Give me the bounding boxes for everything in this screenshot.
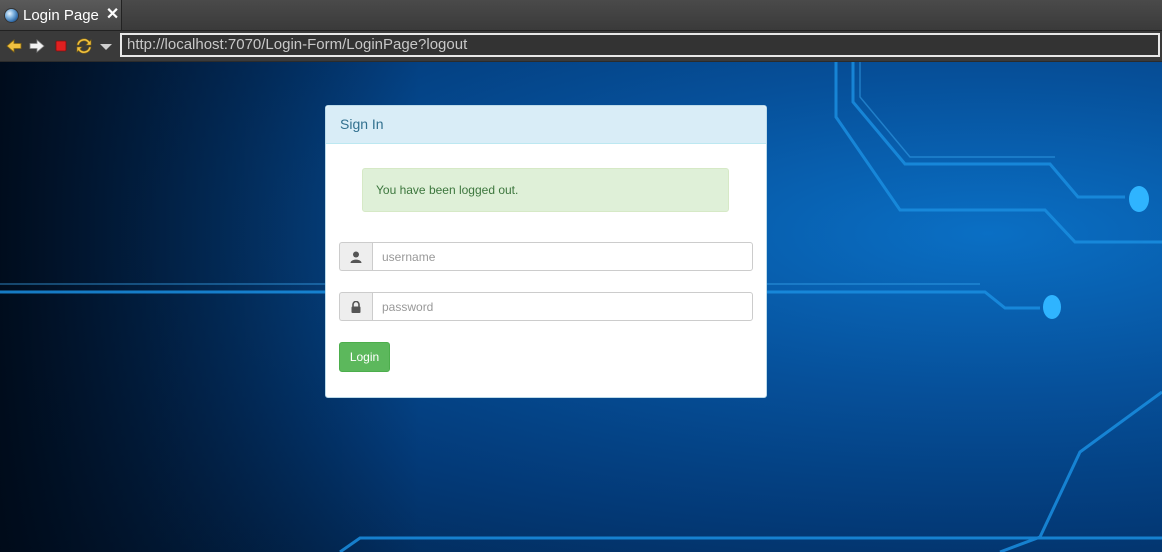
forward-arrow-icon[interactable] — [28, 37, 46, 55]
browser-toolbar: http://localhost:7070/Login-Form/LoginPa… — [0, 31, 1162, 61]
username-input[interactable] — [372, 242, 753, 271]
password-group — [339, 292, 753, 321]
tab-title: Login Page — [23, 6, 99, 24]
globe-icon — [5, 8, 18, 22]
username-group — [339, 242, 753, 271]
lock-icon — [351, 300, 361, 313]
tab-close-icon[interactable]: ✕ — [106, 7, 119, 23]
back-arrow-icon[interactable] — [5, 37, 23, 55]
browser-tab-bar: Login Page ✕ — [0, 0, 1162, 31]
login-button[interactable]: Login — [339, 342, 390, 372]
password-input[interactable] — [372, 292, 753, 321]
browser-tab[interactable]: Login Page ✕ — [0, 0, 122, 30]
dropdown-arrow-icon[interactable] — [97, 37, 115, 55]
username-addon — [339, 242, 372, 271]
user-icon — [350, 251, 362, 263]
login-panel: Sign In You have been logged out. Login — [325, 105, 767, 398]
address-bar[interactable]: http://localhost:7070/Login-Form/LoginPa… — [120, 33, 1160, 57]
refresh-icon[interactable] — [75, 37, 93, 55]
logout-alert: You have been logged out. — [362, 168, 729, 212]
panel-heading: Sign In — [326, 106, 766, 144]
stop-icon[interactable] — [52, 37, 70, 55]
password-addon — [339, 292, 372, 321]
